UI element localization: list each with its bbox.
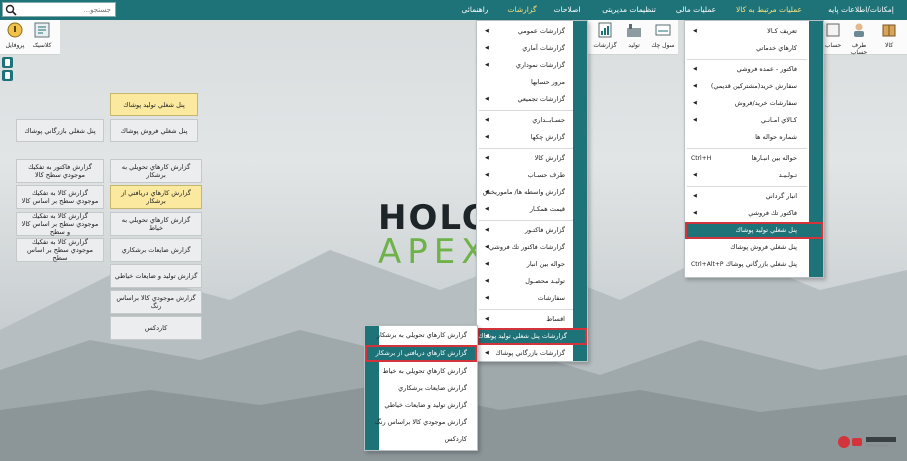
goods-menu-item[interactable]: سفارشات خريد/فروش ◀: [685, 95, 809, 112]
submenu-item[interactable]: گزارش كارهاي تحويلي به خياط: [365, 363, 477, 380]
production-label: تولید: [628, 42, 640, 49]
profile-button[interactable]: پروفایل: [2, 22, 28, 49]
reports-menu-item[interactable]: طرف حسـاب ◀: [477, 167, 573, 184]
logo-apex-text: APEX: [378, 232, 491, 272]
goods-menu-item[interactable]: فاكتور تك فروشي ◀: [685, 205, 809, 222]
reports-menu-item[interactable]: گزارش واسطه ها/ ماموريخش ◀: [477, 184, 573, 201]
goods-menu-item[interactable]: كارهاي خدماتي: [685, 40, 809, 57]
reports-icon: [598, 22, 612, 38]
reports-menu-item[interactable]: گزارشات فاكتور تك فروشي ◀: [477, 239, 573, 256]
goods-menu-item[interactable]: انبار گرداني ◀: [685, 188, 809, 205]
reports-menu-item[interactable]: گزارش چكها ◀: [477, 129, 573, 146]
search-box[interactable]: [2, 2, 116, 17]
goods-menu-item[interactable]: پنل شغلي بازرگاني پوشاك Ctrl+Alt+P: [685, 256, 809, 273]
report-button-cutting-waste[interactable]: گزارش ضايعات برشكاري: [110, 238, 202, 262]
goods-menu-item[interactable]: تعريف كـالا ◀: [685, 23, 809, 40]
cheque-label: سول چك: [651, 42, 675, 49]
reports-menu: گزارشات عمومي ◀ گزارشات آماري ◀ گزارشات نم…: [476, 20, 588, 362]
classic-icon: [34, 22, 50, 38]
toolbar-mid: سول چك تولید گزارشات: [588, 20, 678, 55]
reports-menu-item[interactable]: گزارشات آماري ◀: [477, 40, 573, 57]
toolbar-left: پروفایل کلاسیک: [0, 20, 60, 55]
goods-menu-item-production-panel[interactable]: پنل شغلي توليد پوشاك: [685, 222, 823, 239]
menu-help[interactable]: راهنمائی: [453, 0, 497, 20]
cheque-icon: [655, 24, 671, 36]
account-icon: [826, 23, 840, 37]
reports-button[interactable]: گزارشات: [592, 22, 618, 49]
submenu-item[interactable]: گزارش ضايعات برشكاري: [365, 380, 477, 397]
menu-strip: [573, 21, 587, 361]
panel-button-sales-clothing[interactable]: پنل شغلي فروش پوشاك: [110, 119, 198, 142]
panel-button-production-clothing[interactable]: پنل شغلي توليد پوشاك: [110, 93, 198, 116]
submenu-item[interactable]: كاردكس: [365, 431, 477, 448]
goods-icon: [882, 24, 896, 37]
menu-reports[interactable]: گزارشات: [499, 0, 545, 20]
menu-corrections[interactable]: اصلاحات: [547, 0, 587, 20]
panel-button-trade-clothing[interactable]: پنل شغلي بازرگاني پوشاك: [16, 119, 104, 142]
reports-menu-item[interactable]: حواله بين انبار ◀: [477, 256, 573, 273]
classic-label: کلاسیک: [32, 42, 52, 49]
reports-label: گزارشات: [593, 42, 617, 49]
report-button-received-from-cutter[interactable]: گزارش كارهاي دريافتي از برشكار: [110, 185, 202, 209]
goods-menu-item[interactable]: تـولـيـد ◀: [685, 167, 809, 184]
report-button-kardex[interactable]: كاردكس: [110, 316, 202, 340]
reports-menu-item[interactable]: گزارش فاكتـور ◀: [477, 222, 573, 239]
report-button-goods-by-level[interactable]: گزارش كالا به تفكيك موجودي سطح بر اساس س…: [16, 238, 104, 262]
reports-menu-item[interactable]: مرور حسابها: [477, 74, 573, 91]
account-party-icon: [854, 23, 864, 37]
reports-menu-item-production-panel-reports[interactable]: گزارشات پنل شغلي توليد پوشاك ◀: [477, 328, 587, 345]
goods-menu-item[interactable]: شماره حواله ها: [685, 129, 809, 146]
goods-menu-item[interactable]: كـالاي امـانـي ◀: [685, 112, 809, 129]
production-reports-submenu: گزارش كارهاي تحويلي به برشكار گزارش كاره…: [364, 325, 478, 451]
report-button-invoice-by-level[interactable]: گزارش فاكتور به تفكيك موجودي سطح كالا: [16, 159, 104, 183]
submenu-item-received-from-cutter[interactable]: گزارش كارهاي دريافتي از برشكار: [365, 345, 477, 362]
goods-menu-item[interactable]: سفارش خريد(مشتركين قديمي) ◀: [685, 78, 809, 95]
report-button-delivered-to-cutter[interactable]: گزارش كارهاي تحويلي به برشكار: [110, 159, 202, 183]
reports-menu-item[interactable]: گزارشات تجميعي ◀: [477, 91, 573, 108]
account-party-button[interactable]: طرف حساب: [846, 22, 872, 56]
side-toggle-icon[interactable]: [2, 57, 13, 68]
submenu-item[interactable]: گزارش كارهاي تحويلي به برشكار: [365, 327, 477, 344]
profile-label: پروفایل: [5, 42, 25, 49]
main-menubar: إمكانات/اطلاعات پایه عملیات مرتبط به کال…: [0, 0, 907, 20]
reports-menu-item[interactable]: گزارشات نموداري ◀: [477, 57, 573, 74]
goods-menu-item[interactable]: فاكتور - عمده فروشي ◀: [685, 61, 809, 78]
submenu-item[interactable]: گزارش توليد و ضايعات خياطي: [365, 397, 477, 414]
search-icon[interactable]: [5, 4, 17, 16]
reports-menu-item[interactable]: گزارش كالا ◀: [477, 150, 573, 167]
menu-financial[interactable]: عملیات مالی: [671, 0, 721, 20]
report-button-goods-by-goods[interactable]: گزارش كالا به تفكيك موجودي سطح بر اساس ك…: [16, 185, 104, 209]
menu-management-settings[interactable]: تنظیمات مدیریتی: [589, 0, 669, 20]
menu-basic-info[interactable]: إمكانات/اطلاعات پایه: [817, 0, 905, 20]
classic-button[interactable]: کلاسیک: [29, 22, 55, 49]
cheque-button[interactable]: سول چك: [650, 22, 676, 49]
reports-menu-item[interactable]: قيمت همكـار ◀: [477, 201, 573, 218]
production-button[interactable]: تولید: [621, 22, 647, 49]
reports-menu-item[interactable]: حسـابــداري ◀: [477, 112, 573, 129]
reports-menu-item[interactable]: سفارشات ◀: [477, 290, 573, 307]
goods-menu-item[interactable]: پنل شغلي فروش پوشاك: [685, 239, 809, 256]
goods-label: کالا: [884, 42, 894, 49]
report-button-stock-by-color[interactable]: گزارش موجودي كالا براساس رنگ: [110, 290, 202, 314]
report-button-goods-by-goods-level[interactable]: گزارش كالا به تفكيك موجودي سطح بر اساس ك…: [16, 212, 104, 236]
search-input[interactable]: [19, 4, 111, 15]
report-button-tailoring-production[interactable]: گزارش توليد و ضايعات خياطي: [110, 264, 202, 288]
menu-goods-operations[interactable]: عملیات مرتبط به کالا: [723, 0, 815, 20]
goods-operations-menu: تعريف كـالا ◀ كارهاي خدماتي فاكتور - عمده…: [684, 20, 824, 278]
production-icon: [627, 24, 641, 37]
side-user-icon[interactable]: [2, 70, 13, 81]
reports-menu-item[interactable]: گزارشات عمومي ◀: [477, 23, 573, 40]
profile-icon: [7, 22, 23, 38]
reports-menu-item[interactable]: توليـد محصـول ◀: [477, 273, 573, 290]
goods-menu-item[interactable]: حواله بين انبـارها Ctrl+H: [685, 150, 809, 167]
report-button-delivered-to-tailor[interactable]: گزارش كارهاي تحويلي به خياط: [110, 212, 202, 236]
reports-menu-item[interactable]: اقساط ◀: [477, 311, 573, 328]
account-party-label: طرف حساب: [850, 42, 868, 56]
holoo-corner-logo-icon: [838, 436, 896, 448]
goods-button[interactable]: کالا: [876, 22, 902, 49]
submenu-item[interactable]: گزارش موجودي كالا براساس رنگ: [365, 414, 477, 431]
reports-menu-item[interactable]: گزارشات بازرگاني پوشاك ◀: [477, 345, 573, 362]
